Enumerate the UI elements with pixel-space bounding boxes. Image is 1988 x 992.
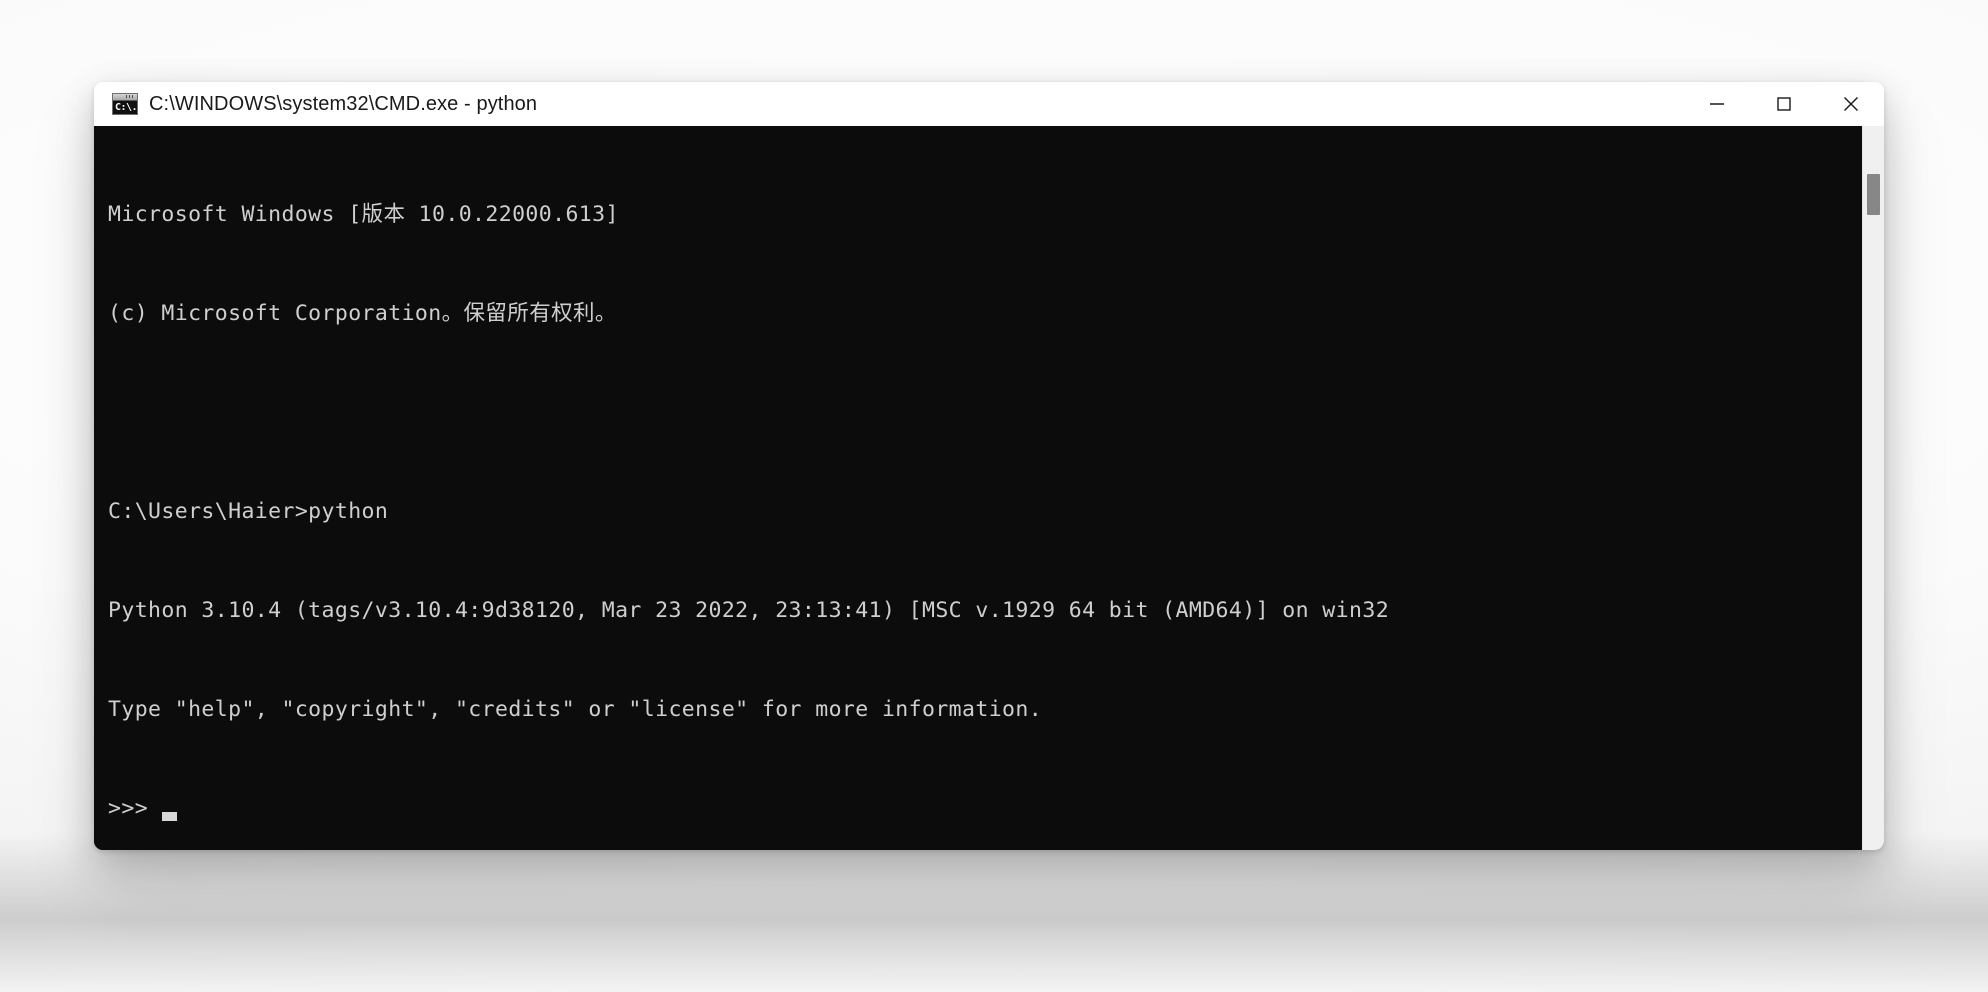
close-button[interactable] — [1817, 82, 1884, 126]
text-cursor — [162, 812, 178, 821]
window-controls — [1683, 82, 1884, 126]
console-line: Python 3.10.4 (tags/v3.10.4:9d38120, Mar… — [108, 598, 1390, 623]
console-scrollbar[interactable] — [1862, 126, 1884, 850]
minimize-icon — [1709, 103, 1724, 105]
cmd-icon-prompt-glyph: C:\. — [115, 102, 138, 113]
titlebar-left-group: C:\. C:\WINDOWS\system32\CMD.exe - pytho… — [112, 93, 537, 116]
console-text-block: Microsoft Windows [版本 10.0.22000.613] (c… — [94, 132, 1862, 850]
cmd-icon-titlebar-strip — [113, 94, 137, 101]
close-icon — [1843, 97, 1858, 111]
cmd-window[interactable]: C:\. C:\WINDOWS\system32\CMD.exe - pytho… — [94, 82, 1884, 850]
minimize-button[interactable] — [1683, 82, 1750, 126]
cmd-console-icon: C:\. — [112, 93, 138, 115]
python-prompt-line: >>> — [108, 792, 1862, 825]
console-line: C:\Users\Haier>python — [108, 499, 389, 524]
console-area: Microsoft Windows [版本 10.0.22000.613] (c… — [94, 126, 1884, 850]
console-line: (c) Microsoft Corporation。保留所有权利。 — [108, 301, 617, 326]
maximize-icon — [1776, 97, 1791, 111]
maximize-button[interactable] — [1750, 82, 1817, 126]
console-line: Type "help", "copyright", "credits" or "… — [108, 697, 1043, 722]
window-title: C:\WINDOWS\system32\CMD.exe - python — [149, 92, 538, 115]
console-line: Microsoft Windows [版本 10.0.22000.613] — [108, 202, 619, 227]
python-prompt-symbol: >>> — [108, 796, 149, 821]
desktop-shadow — [0, 832, 1988, 992]
console-output[interactable]: Microsoft Windows [版本 10.0.22000.613] (c… — [94, 126, 1862, 850]
window-titlebar[interactable]: C:\. C:\WINDOWS\system32\CMD.exe - pytho… — [94, 82, 1884, 126]
scrollbar-thumb[interactable] — [1867, 174, 1880, 215]
